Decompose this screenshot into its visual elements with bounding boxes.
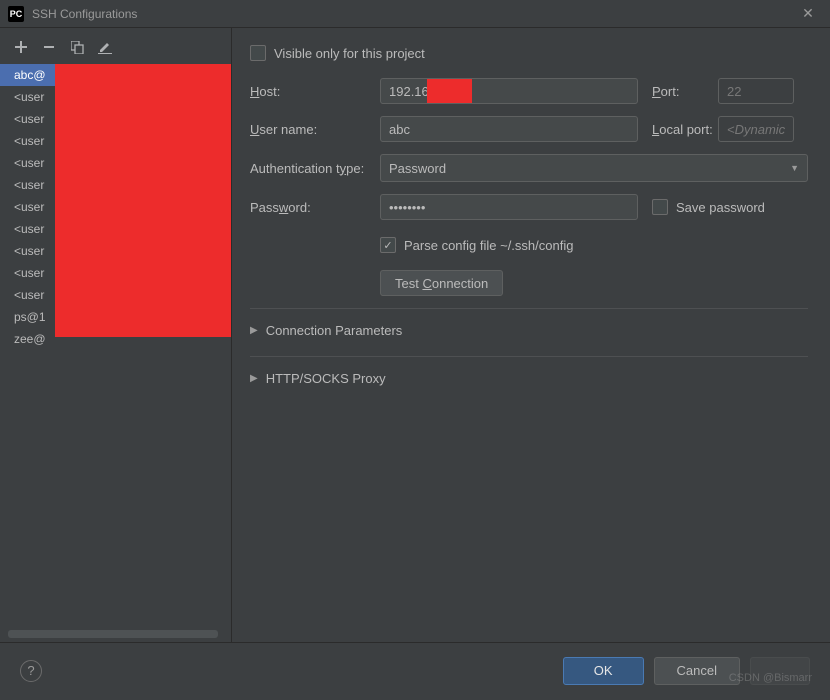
close-icon[interactable]: ✕ <box>794 0 822 28</box>
config-list: abc@ <user <user <user <user <user <user… <box>0 64 231 630</box>
host-row: Host: Port: <box>250 78 808 104</box>
save-password-checkbox[interactable] <box>652 199 668 215</box>
remove-icon[interactable] <box>42 40 56 54</box>
port-input[interactable] <box>718 78 794 104</box>
chevron-down-icon: ▼ <box>790 163 799 173</box>
proxy-expander[interactable]: ▶ HTTP/SOCKS Proxy <box>250 363 808 394</box>
visible-only-checkbox[interactable] <box>250 45 266 61</box>
proxy-label: HTTP/SOCKS Proxy <box>266 371 386 386</box>
password-label: Password: <box>250 200 380 215</box>
form-panel: Visible only for this project Host: Port… <box>232 28 830 642</box>
indent-block: Parse config file ~/.ssh/config Test Con… <box>380 232 808 296</box>
password-row: Password: Save password <box>250 194 808 220</box>
password-input[interactable] <box>380 194 638 220</box>
username-input[interactable] <box>380 116 638 142</box>
local-port-label: Local port: <box>638 122 718 137</box>
ok-button[interactable]: OK <box>563 657 644 685</box>
chevron-right-icon: ▶ <box>250 373 258 384</box>
help-button[interactable]: ? <box>20 660 42 682</box>
port-label: Port: <box>638 84 718 99</box>
save-password-label: Save password <box>676 200 765 215</box>
test-connection-row: Test Connection <box>380 270 808 296</box>
connection-params-expander[interactable]: ▶ Connection Parameters <box>250 315 808 346</box>
separator <box>250 308 808 309</box>
username-row: User name: Local port: <box>250 116 808 142</box>
separator <box>250 356 808 357</box>
auth-type-label: Authentication type: <box>250 161 380 176</box>
test-connection-button[interactable]: Test Connection <box>380 270 503 296</box>
visible-only-row: Visible only for this project <box>250 40 808 66</box>
auth-type-select[interactable]: Password ▼ <box>380 154 808 182</box>
parse-config-checkbox[interactable] <box>380 237 396 253</box>
parse-config-label: Parse config file ~/.ssh/config <box>404 238 573 253</box>
username-label: User name: <box>250 122 380 137</box>
copy-icon[interactable] <box>70 40 84 54</box>
host-label: Host: <box>250 84 380 99</box>
redaction-overlay <box>55 64 231 337</box>
add-icon[interactable] <box>14 40 28 54</box>
edit-icon[interactable] <box>98 40 112 54</box>
cancel-button[interactable]: Cancel <box>654 657 740 685</box>
sidebar-toolbar <box>0 36 231 64</box>
host-redaction <box>427 79 472 103</box>
main-area: abc@ <user <user <user <user <user <user… <box>0 28 830 642</box>
window-title: SSH Configurations <box>32 7 794 21</box>
titlebar: PC SSH Configurations ✕ <box>0 0 830 28</box>
auth-type-row: Authentication type: Password ▼ <box>250 154 808 182</box>
visible-only-label: Visible only for this project <box>274 46 425 61</box>
sidebar: abc@ <user <user <user <user <user <user… <box>0 28 232 642</box>
local-port-input[interactable] <box>718 116 794 142</box>
host-input[interactable] <box>380 78 638 104</box>
auth-type-value: Password <box>389 161 446 176</box>
footer: ? OK Cancel <box>0 642 830 698</box>
chevron-right-icon: ▶ <box>250 325 258 336</box>
parse-config-row: Parse config file ~/.ssh/config <box>380 232 808 258</box>
disabled-button <box>750 657 810 685</box>
connection-params-label: Connection Parameters <box>266 323 403 338</box>
app-icon: PC <box>8 6 24 22</box>
horizontal-scrollbar[interactable] <box>8 630 218 638</box>
